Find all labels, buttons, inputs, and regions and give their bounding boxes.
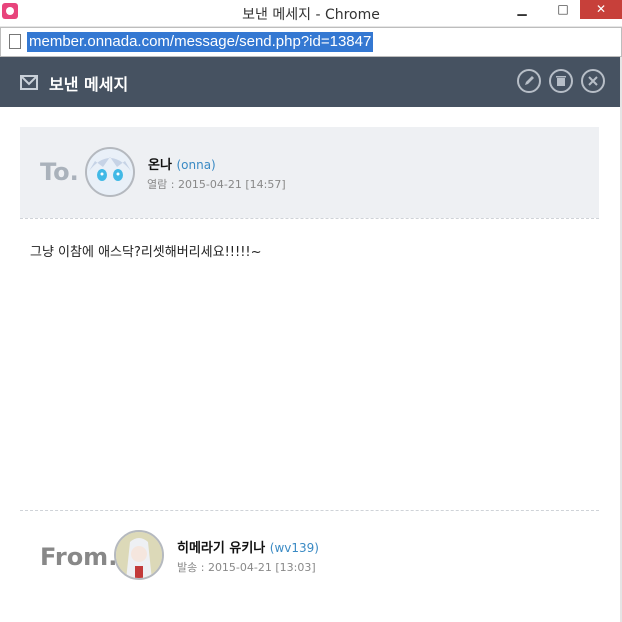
- sender-name[interactable]: 히메라기 유키나 (wv139): [177, 537, 319, 556]
- divider-top: [20, 218, 599, 219]
- recipient-panel: To. 온나 (onna) 열람 : 2015-04-21 [14:57]: [20, 127, 599, 218]
- envelope-icon: [20, 75, 38, 90]
- page-icon: [9, 34, 21, 49]
- url-text[interactable]: member.onnada.com/message/send.php?id=13…: [27, 32, 374, 52]
- minimize-button[interactable]: ▁: [508, 0, 536, 19]
- message-body: 그냥 이참에 애스닥?리셋해버리세요!!!!!~: [30, 245, 262, 260]
- delete-button[interactable]: [549, 69, 573, 93]
- header-title: 보낸 메세지: [49, 75, 129, 94]
- address-bar[interactable]: member.onnada.com/message/send.php?id=13…: [0, 27, 622, 57]
- recipient-name-text[interactable]: 온나: [148, 158, 172, 173]
- sent-timestamp: 발송 : 2015-04-21 [13:03]: [177, 561, 316, 574]
- edit-button[interactable]: [517, 69, 541, 93]
- sender-avatar[interactable]: [114, 530, 164, 580]
- divider-bottom: [20, 510, 599, 511]
- window-close-button[interactable]: ✕: [580, 0, 622, 19]
- recipient-avatar[interactable]: [85, 147, 135, 197]
- sender-name-text[interactable]: 히메라기 유키나: [177, 541, 265, 556]
- sender-id[interactable]: (wv139): [270, 541, 319, 555]
- to-label: To.: [40, 158, 79, 186]
- recipient-id[interactable]: (onna): [176, 158, 215, 172]
- edit-icon: [525, 76, 534, 85]
- maximize-button[interactable]: □: [549, 0, 577, 19]
- close-message-button[interactable]: [581, 69, 605, 93]
- message-header: 보낸 메세지: [0, 57, 622, 107]
- recipient-name[interactable]: 온나 (onna): [148, 154, 216, 173]
- from-label: From.: [40, 543, 118, 571]
- close-icon: [588, 76, 598, 86]
- read-timestamp: 열람 : 2015-04-21 [14:57]: [147, 178, 286, 191]
- trash-icon: [556, 76, 566, 86]
- window-titlebar: 보낸 메세지 - Chrome ▁ □ ✕: [0, 0, 622, 27]
